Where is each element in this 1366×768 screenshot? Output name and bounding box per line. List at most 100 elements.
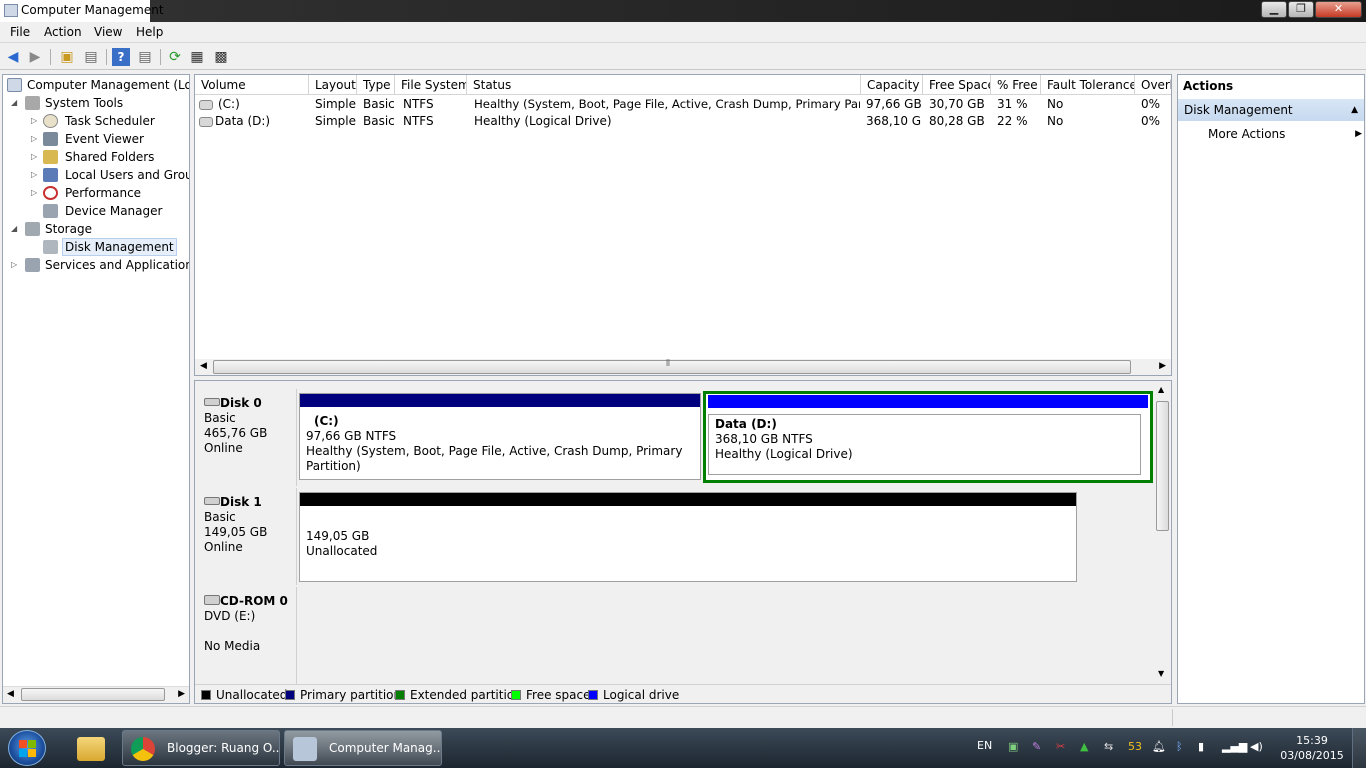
properties-icon[interactable]: ▦ xyxy=(188,48,206,66)
actions-section-disk-management[interactable]: Disk Management ▲ xyxy=(1178,99,1364,121)
disk-view-vertical-scrollbar[interactable]: ▲ ▼ xyxy=(1154,381,1171,684)
cdrom-0-info[interactable]: CD-ROM 0 DVD (E:) No Media xyxy=(197,587,297,684)
windows-logo-icon xyxy=(19,740,36,757)
more-actions-item[interactable]: More Actions ▶ xyxy=(1208,125,1362,143)
column-header-status[interactable]: Status xyxy=(467,75,861,95)
taskbar-computer-management[interactable]: Computer Manag... xyxy=(284,730,442,766)
show-desktop-button[interactable] xyxy=(1352,728,1366,768)
column-header-layout[interactable]: Layout xyxy=(309,75,357,95)
tree-item-disk-management[interactable]: Disk Management xyxy=(31,238,189,256)
column-header-percent-free[interactable]: % Free xyxy=(991,75,1041,95)
bluetooth-icon[interactable]: ᛒ xyxy=(1176,740,1183,753)
unallocated-space[interactable]: 149,05 GB Unallocated xyxy=(299,492,1077,582)
tree-item-services-applications[interactable]: ▷ Services and Applications xyxy=(11,256,189,274)
disk-name: CD-ROM 0 xyxy=(220,594,288,608)
column-header-volume[interactable]: Volume xyxy=(195,75,309,95)
forward-arrow-icon[interactable]: ▶ xyxy=(26,48,44,66)
tree-item-event-viewer[interactable]: ▷ Event Viewer xyxy=(31,130,189,148)
partition-d-extended[interactable]: Data (D:) 368,10 GB NTFS Healthy (Logica… xyxy=(703,391,1153,483)
scroll-up-icon[interactable]: ▲ xyxy=(1158,385,1164,394)
clock-icon xyxy=(43,114,58,128)
scroll-left-icon[interactable]: ◀ xyxy=(200,361,207,371)
menu-file[interactable]: File xyxy=(10,25,30,39)
scrollbar-thumb[interactable] xyxy=(1156,401,1169,531)
tree-item-label: Task Scheduler xyxy=(65,114,155,128)
expand-arrow-icon[interactable]: ▷ xyxy=(31,166,41,184)
rescan-disks-icon[interactable]: ▩ xyxy=(212,48,230,66)
tree-item-label: Device Manager xyxy=(65,204,163,218)
disk-name: Disk 1 xyxy=(220,495,262,509)
notification-bell-icon[interactable]: 🔔︎ xyxy=(1152,740,1166,753)
triangle-icon[interactable]: ▲ xyxy=(1080,740,1088,753)
expand-arrow-icon[interactable]: ▷ xyxy=(31,184,41,202)
menu-view[interactable]: View xyxy=(94,25,122,39)
tree-item-shared-folders[interactable]: ▷ Shared Folders xyxy=(31,148,189,166)
show-hide-action-pane-icon[interactable]: ▤ xyxy=(136,48,154,66)
console-tree: Computer Management (Local ◢ System Tool… xyxy=(2,74,190,704)
expand-arrow-icon[interactable]: ▷ xyxy=(31,112,41,130)
column-header-free-space[interactable]: Free Space xyxy=(923,75,991,95)
column-header-fault-tolerance[interactable]: Fault Tolerance xyxy=(1041,75,1135,95)
close-button[interactable]: ✕ xyxy=(1315,1,1362,18)
taskbar-explorer[interactable] xyxy=(64,730,116,766)
badge-count[interactable]: 53 xyxy=(1128,740,1142,753)
disk-1-info[interactable]: Disk 1 Basic 149,05 GB Online xyxy=(197,488,297,585)
back-arrow-icon[interactable]: ◀ xyxy=(4,48,22,66)
disk-type: Basic xyxy=(204,510,236,524)
column-header-file-system[interactable]: File System xyxy=(395,75,467,95)
scroll-left-icon[interactable]: ◀ xyxy=(7,689,14,699)
language-indicator[interactable]: EN xyxy=(977,739,992,752)
collapse-up-icon[interactable]: ▲ xyxy=(1351,99,1358,121)
power-icon[interactable]: ▮ xyxy=(1198,740,1204,753)
collapse-arrow-icon[interactable]: ◢ xyxy=(11,220,21,238)
tree-item-storage[interactable]: ◢ Storage xyxy=(11,220,189,238)
sync-icon[interactable]: ⇆ xyxy=(1104,740,1113,753)
minimize-button[interactable]: ▁ xyxy=(1261,1,1287,18)
network-monitor-icon[interactable]: ▣ xyxy=(1008,740,1018,753)
volume-icon[interactable]: ◀) xyxy=(1250,740,1263,753)
title-bar: Computer Management ▁ ❐ ✕ xyxy=(0,0,1366,22)
tree-horizontal-scrollbar[interactable]: ◀ ▶ xyxy=(3,686,189,703)
expand-arrow-icon[interactable]: ▷ xyxy=(31,148,41,166)
menu-bar: File Action View Help xyxy=(0,22,1366,43)
legend-item-unallocated: Unallocated xyxy=(201,688,287,702)
start-button[interactable] xyxy=(8,730,46,766)
menu-action[interactable]: Action xyxy=(44,25,82,39)
column-header-overhead[interactable]: Overh xyxy=(1135,75,1171,95)
refresh-icon[interactable]: ⟳ xyxy=(166,48,184,66)
volume-list-horizontal-scrollbar[interactable]: ◀ ⦀ ▶ xyxy=(195,359,1171,375)
signal-icon[interactable]: ▂▄▆ xyxy=(1222,740,1247,753)
scroll-right-icon[interactable]: ▶ xyxy=(1159,361,1166,371)
system-clock[interactable]: 15:39 03/08/2015 xyxy=(1280,733,1344,763)
menu-help[interactable]: Help xyxy=(136,25,163,39)
expand-arrow-icon[interactable]: ▷ xyxy=(31,130,41,148)
event-viewer-icon xyxy=(43,132,58,146)
partition-c[interactable]: (C:) 97,66 GB NTFS Healthy (System, Boot… xyxy=(299,393,701,480)
up-folder-icon[interactable]: ▣ xyxy=(58,48,76,66)
cell-overhead: 0% xyxy=(1141,114,1161,128)
scrollbar-thumb[interactable] xyxy=(21,688,165,701)
maximize-button[interactable]: ❐ xyxy=(1288,1,1314,18)
scrollbar-thumb[interactable]: ⦀ xyxy=(213,359,1131,374)
tool-icon[interactable]: ✂ xyxy=(1056,740,1065,753)
disk-0-info[interactable]: Disk 0 Basic 465,76 GB Online xyxy=(197,389,297,486)
tree-item-system-tools[interactable]: ◢ System Tools xyxy=(11,94,189,112)
scroll-down-icon[interactable]: ▼ xyxy=(1158,669,1164,678)
tree-item-task-scheduler[interactable]: ▷ Task Scheduler xyxy=(31,112,189,130)
scroll-right-icon[interactable]: ▶ xyxy=(178,689,185,699)
show-hide-tree-icon[interactable]: ▤ xyxy=(82,48,100,66)
disk-size: 149,05 GB xyxy=(204,525,268,539)
cell-free-space: 30,70 GB xyxy=(929,97,985,111)
help-icon[interactable]: ? xyxy=(112,48,130,66)
tree-item-local-users[interactable]: ▷ Local Users and Groups xyxy=(31,166,189,184)
partition-status: Unallocated xyxy=(306,544,378,558)
tree-item-performance[interactable]: ▷ Performance xyxy=(31,184,189,202)
taskbar-chrome[interactable]: Blogger: Ruang O... xyxy=(122,730,280,766)
column-header-capacity[interactable]: Capacity xyxy=(861,75,923,95)
tree-item-device-manager[interactable]: Device Manager xyxy=(31,202,189,220)
expand-arrow-icon[interactable]: ▷ xyxy=(11,256,21,274)
column-header-type[interactable]: Type xyxy=(357,75,395,95)
collapse-arrow-icon[interactable]: ◢ xyxy=(11,94,21,112)
tree-item-computer-management[interactable]: Computer Management (Local xyxy=(5,76,189,94)
pen-icon[interactable]: ✎ xyxy=(1032,740,1041,753)
